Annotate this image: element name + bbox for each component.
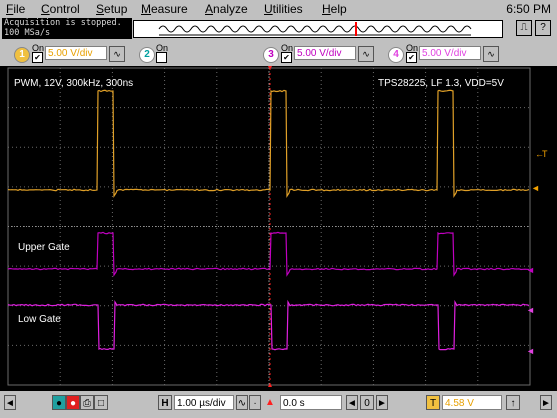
channel-4-checkbox[interactable]: ✔ [406, 52, 417, 63]
menu-help[interactable]: Help [322, 2, 347, 16]
ch4-ref-marker-icon: ◄ [526, 346, 535, 356]
waveform-canvas: PWM, 12V, 300kHz, 300ns TPS28225, LF 1.3… [0, 66, 557, 391]
time-scale-field[interactable]: 1.00 µs/div [174, 395, 234, 410]
zoom-button[interactable]: ∿ [236, 395, 248, 410]
channel-3-scale[interactable]: 5.00 V/div [294, 46, 356, 60]
upper-gate-label: Upper Gate [18, 242, 70, 253]
delay-prev-button[interactable]: ◄ [346, 395, 358, 410]
trigger-level-field[interactable]: 4.58 V [442, 395, 502, 410]
channel-1-scale[interactable]: 5.00 V/div [45, 46, 107, 60]
low-gate-label: Low Gate [18, 314, 61, 325]
status-line-2: 100 MSa/s [4, 28, 132, 38]
upper-gate-trace [8, 232, 529, 275]
channel-3-coupling-button[interactable]: ∿ [358, 46, 374, 62]
single-button[interactable]: ⎍ [516, 20, 532, 36]
low-gate-trace [8, 302, 529, 350]
print-button[interactable]: ⎙ [80, 395, 94, 410]
horizontal-label: H [158, 395, 172, 410]
channel-toolbar: 1 On ✔ 5.00 V/div ∿ 2 On 3 On ✔ 5.00 V/d… [0, 40, 557, 66]
graticule [8, 68, 530, 385]
stop-button[interactable]: ● [66, 395, 80, 410]
screen-title-left: PWM, 12V, 300kHz, 300ns [14, 78, 133, 89]
delay-zero-button[interactable]: 0 [360, 395, 374, 410]
menu-analyze[interactable]: Analyze [205, 2, 248, 16]
status-line-1: Acquisition is stopped. [4, 18, 132, 28]
menu-file[interactable]: File [6, 2, 25, 16]
acquisition-overview[interactable] [133, 20, 503, 38]
channel-1-badge[interactable]: 1 [14, 47, 30, 63]
run-button[interactable]: ● [52, 395, 66, 410]
screen-title-right: TPS28225, LF 1.3, VDD=5V [378, 78, 504, 89]
delay-next-button[interactable]: ► [376, 395, 388, 410]
save-button[interactable]: □ [94, 395, 108, 410]
ch3-ground-marker-icon: ◄ [526, 265, 535, 275]
channel-3-badge[interactable]: 3 [263, 47, 279, 63]
menu-measure[interactable]: Measure [141, 2, 188, 16]
channel-2-badge[interactable]: 2 [139, 47, 155, 63]
channel-4-scale[interactable]: 5.00 V/div [419, 46, 481, 60]
help-button[interactable]: ? [535, 20, 551, 36]
menu-bar: File Control Setup Measure Analyze Utili… [0, 0, 557, 18]
channel-4-coupling-button[interactable]: ∿ [483, 46, 499, 62]
menu-setup[interactable]: Setup [96, 2, 127, 16]
delay-field[interactable]: 0.0 s [280, 395, 342, 410]
channel-2-checkbox[interactable] [156, 52, 167, 63]
clock: 6:50 PM [506, 2, 551, 16]
horizontal-position-button[interactable]: ∙ [249, 395, 261, 410]
trigger-label: T [426, 395, 440, 410]
waveform-overview-icon [134, 21, 502, 37]
channel-3-checkbox[interactable]: ✔ [281, 52, 292, 63]
delay-marker-icon: ▲ [264, 395, 276, 410]
ch4-ground-marker-icon: ◄ [526, 305, 535, 315]
scroll-left-button[interactable]: ◄ [4, 395, 16, 410]
trigger-arrow-icon: ← [535, 149, 544, 159]
ch1-ground-marker-icon: ◄ [531, 183, 540, 193]
menu-utilities[interactable]: Utilities [264, 2, 303, 16]
channel-4-badge[interactable]: 4 [388, 47, 404, 63]
scope-display[interactable]: PWM, 12V, 300kHz, 300ns TPS28225, LF 1.3… [0, 66, 557, 391]
channel-1-coupling-button[interactable]: ∿ [109, 46, 125, 62]
status-row: Acquisition is stopped. 100 MSa/s ⎍ ? [0, 18, 557, 40]
menu-control[interactable]: Control [41, 2, 80, 16]
scroll-right-button[interactable]: ► [540, 395, 552, 410]
trigger-slope-button[interactable]: ↑ [506, 395, 520, 410]
channel-1-checkbox[interactable]: ✔ [32, 52, 43, 63]
bottom-toolbar: ◄ ● ● ⎙ □ H 1.00 µs/div ∿ ∙ ▲ 0.0 s ◄ 0 … [0, 391, 557, 418]
acquisition-status: Acquisition is stopped. 100 MSa/s [2, 18, 132, 39]
